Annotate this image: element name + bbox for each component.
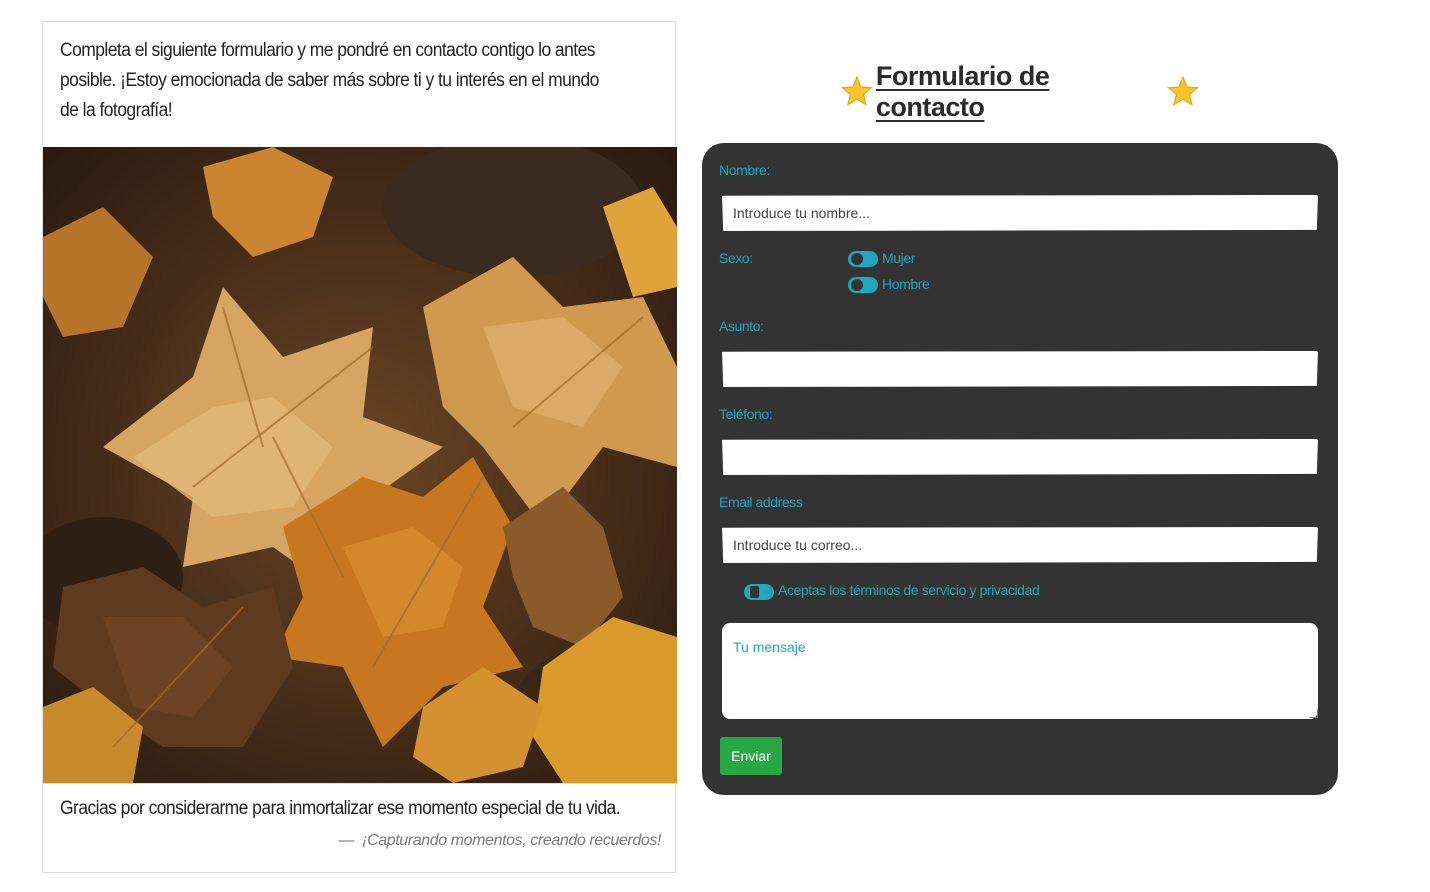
quote-caption: — ¡Capturando momentos, creando recuerdos… bbox=[338, 832, 662, 850]
phone-field[interactable] bbox=[722, 439, 1318, 475]
sex-toggle-hombre[interactable] bbox=[848, 277, 878, 293]
star-icon bbox=[840, 75, 873, 106]
sex-option-hombre[interactable]: Hombre bbox=[882, 276, 930, 292]
form-title: Formulario de contacto bbox=[840, 61, 1200, 122]
contact-form: Nombre: Sexo: Mujer Hombre Asunto: Teléf… bbox=[702, 143, 1338, 795]
resize-grip-icon[interactable] bbox=[1309, 709, 1318, 718]
quote-dash: — bbox=[338, 832, 355, 849]
quote-text: ¡Capturando momentos, creando recuerdos! bbox=[362, 832, 661, 849]
terms-toggle[interactable] bbox=[744, 584, 774, 600]
phone-label: Teléfono: bbox=[719, 406, 773, 422]
sex-label: Sexo: bbox=[719, 250, 753, 266]
name-field[interactable] bbox=[722, 195, 1318, 231]
star-icon bbox=[1167, 75, 1200, 106]
terms-label[interactable]: Aceptas los términos de servicio y priva… bbox=[778, 582, 1040, 598]
name-label: Nombre: bbox=[719, 162, 770, 178]
email-label: Email address bbox=[719, 494, 803, 510]
message-textarea[interactable] bbox=[722, 623, 1318, 719]
autumn-leaves-illustration bbox=[43, 147, 677, 783]
contact-card: Completa el siguiente formulario y me po… bbox=[42, 21, 677, 874]
thanks-text: Gracias por considerarme para inmortaliz… bbox=[60, 798, 621, 819]
subject-field[interactable] bbox=[722, 351, 1318, 387]
card-footer: Gracias por considerarme para inmortaliz… bbox=[43, 783, 677, 874]
sex-option-mujer[interactable]: Mujer bbox=[882, 250, 915, 266]
email-field[interactable] bbox=[722, 527, 1318, 563]
sex-toggle-mujer[interactable] bbox=[848, 251, 878, 267]
page-title: Formulario de contacto bbox=[875, 61, 1050, 122]
intro-text: Completa el siguiente formulario y me po… bbox=[60, 40, 599, 121]
subject-label: Asunto: bbox=[719, 318, 764, 334]
submit-button[interactable]: Enviar bbox=[720, 737, 782, 775]
autumn-leaves-photo bbox=[43, 147, 677, 783]
